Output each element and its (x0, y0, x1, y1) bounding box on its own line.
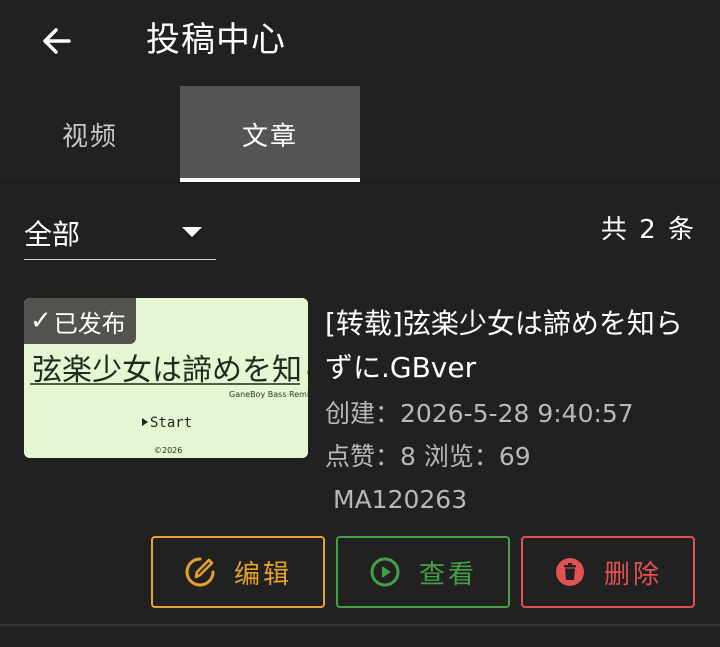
post-id: MA120263 (333, 485, 468, 514)
thumbnail-subtitle: GaneBoy Bass Remix (229, 390, 308, 399)
post-created-time: 创建：2026-5-28 9:40:57 (325, 399, 634, 428)
filter-dropdown[interactable]: 全部 (24, 212, 216, 260)
status-badge-label: 已发布 (53, 309, 126, 338)
delete-button-label: 删除 (603, 559, 662, 590)
thumbnail-start: Start (150, 415, 192, 431)
play-circle-icon (370, 557, 400, 587)
tabs-divider (0, 182, 720, 183)
edit-button[interactable]: 编辑 (151, 536, 325, 608)
check-icon: ✓ (30, 306, 52, 336)
view-button[interactable]: 查看 (336, 536, 510, 608)
edit-button-label: 编辑 (233, 559, 292, 590)
post-title[interactable]: [转载]弦楽少女は諦めを知らずに.GBver (325, 302, 695, 390)
tab-article[interactable]: 文章 (180, 86, 360, 182)
edit-icon (185, 557, 215, 587)
status-badge: ✓ 已发布 (24, 298, 136, 344)
view-button-label: 查看 (418, 559, 477, 590)
dropdown-triangle-icon (182, 227, 202, 237)
app-bar: 投稿中心 (0, 0, 720, 86)
tab-video[interactable]: 视频 (0, 86, 180, 182)
trash-icon (555, 558, 584, 586)
back-button[interactable] (32, 16, 82, 66)
page-title: 投稿中心 (146, 20, 286, 60)
thumbnail-title: 弦楽少女は諦めを知らずに (32, 353, 308, 388)
tab-bar: 视频 文章 (0, 86, 720, 182)
result-count: 共 2 条 (600, 215, 696, 245)
delete-button[interactable]: 删除 (521, 536, 695, 608)
filter-selected-label: 全部 (24, 218, 81, 251)
post-stats: 点赞：8 浏览：69 (325, 442, 531, 471)
post-card: 弦楽少女は諦めを知らずに GaneBoy Bass Remix Start ©2… (0, 296, 720, 626)
post-actions: 编辑 查看 删除 (0, 536, 720, 608)
thumbnail-copyright: ©2026 (154, 446, 182, 455)
list-divider (0, 624, 720, 626)
arrow-left-icon (43, 28, 71, 54)
